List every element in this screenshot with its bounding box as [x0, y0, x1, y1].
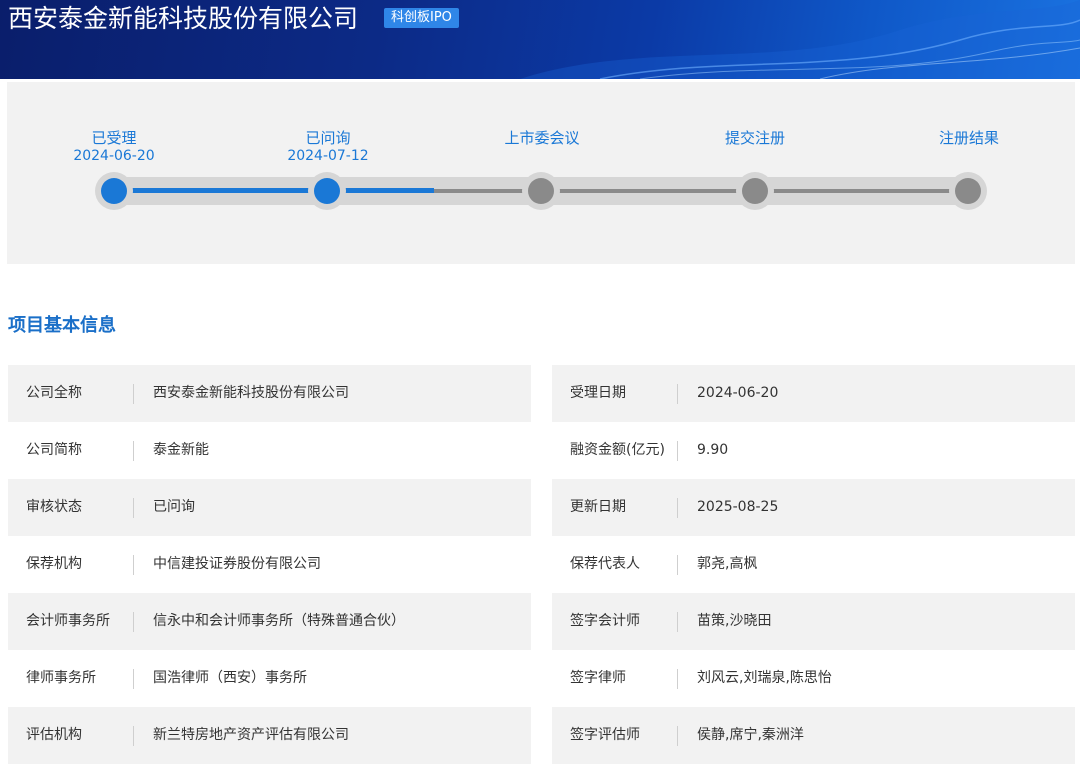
info-label: 更新日期 [570, 499, 626, 515]
info-row: 公司全称 西安泰金新能科技股份有限公司 [8, 365, 531, 422]
company-title: 西安泰金新能科技股份有限公司 [8, 4, 359, 33]
info-divider [677, 384, 678, 404]
info-label: 律师事务所 [26, 670, 96, 686]
info-label: 公司全称 [26, 385, 82, 401]
stage-date-accepted: 2024-06-20 [73, 148, 155, 164]
info-divider [677, 612, 678, 632]
stage-node-inquired [314, 178, 340, 204]
info-value: 中信建投证券股份有限公司 [153, 556, 321, 572]
info-row: 融资金额(亿元) 9.90 [552, 422, 1075, 479]
stage-node-listing-committee [528, 178, 554, 204]
info-row: 签字律师 刘风云,刘瑞泉,陈思怡 [552, 650, 1075, 707]
header-banner: 西安泰金新能科技股份有限公司 科创板IPO [0, 0, 1080, 79]
stage-date-inquired: 2024-07-12 [287, 148, 369, 164]
info-value: 9.90 [697, 442, 729, 458]
info-divider [677, 669, 678, 689]
info-value: 已问询 [153, 499, 195, 515]
info-label: 保荐代表人 [570, 556, 640, 572]
info-row: 更新日期 2025-08-25 [552, 479, 1075, 536]
info-value: 2024-06-20 [697, 385, 779, 401]
info-value: 新兰特房地产资产评估有限公司 [153, 727, 349, 743]
info-row: 审核状态 已问询 [8, 479, 531, 536]
info-row: 签字评估师 侯静,席宁,秦洲洋 [552, 707, 1075, 764]
info-row: 保荐代表人 郭尧,高枫 [552, 536, 1075, 593]
info-divider [677, 726, 678, 746]
info-label: 保荐机构 [26, 556, 82, 572]
section-title: 项目基本信息 [8, 315, 116, 336]
info-row: 签字会计师 苗策,沙晓田 [552, 593, 1075, 650]
info-row: 受理日期 2024-06-20 [552, 365, 1075, 422]
info-label: 签字评估师 [570, 727, 640, 743]
info-divider [133, 441, 134, 461]
info-value: 泰金新能 [153, 442, 209, 458]
info-row: 保荐机构 中信建投证券股份有限公司 [8, 536, 531, 593]
stage-label-listing-committee: 上市委会议 [504, 129, 580, 147]
info-label: 公司简称 [26, 442, 82, 458]
info-value: 苗策,沙晓田 [697, 613, 772, 629]
info-value: 2025-08-25 [697, 499, 779, 515]
info-divider [677, 441, 678, 461]
stage-label-registration-result: 注册结果 [938, 129, 999, 147]
info-label: 会计师事务所 [26, 613, 110, 629]
info-value: 西安泰金新能科技股份有限公司 [153, 385, 349, 401]
info-row: 会计师事务所 信永中和会计师事务所（特殊普通合伙） [8, 593, 531, 650]
info-label: 受理日期 [570, 385, 626, 401]
info-label: 签字会计师 [570, 613, 640, 629]
stage-label-accepted: 已受理 [91, 129, 137, 147]
info-divider [133, 669, 134, 689]
board-tag: 科创板IPO [384, 8, 459, 28]
info-divider [677, 555, 678, 575]
info-divider [677, 498, 678, 518]
info-value: 侯静,席宁,秦洲洋 [697, 727, 804, 743]
stage-node-accepted [101, 178, 127, 204]
info-row: 律师事务所 国浩律师（西安）事务所 [8, 650, 531, 707]
stage-label-submit-registration: 提交注册 [724, 129, 785, 147]
info-label: 评估机构 [26, 727, 82, 743]
info-label: 融资金额(亿元) [570, 442, 665, 458]
info-value: 国浩律师（西安）事务所 [153, 670, 307, 686]
info-value: 郭尧,高枫 [697, 556, 758, 572]
stage-label-inquired: 已问询 [305, 129, 351, 147]
info-row: 公司简称 泰金新能 [8, 422, 531, 479]
info-row: 评估机构 新兰特房地产资产评估有限公司 [8, 707, 531, 764]
progress-track-fill [112, 188, 434, 193]
info-divider [133, 726, 134, 746]
info-divider [133, 384, 134, 404]
info-divider [133, 612, 134, 632]
info-divider [133, 498, 134, 518]
info-value: 刘风云,刘瑞泉,陈思怡 [697, 670, 832, 686]
stage-node-submit-registration [742, 178, 768, 204]
info-value: 信永中和会计师事务所（特殊普通合伙） [153, 613, 405, 629]
info-label: 签字律师 [570, 670, 626, 686]
info-divider [133, 555, 134, 575]
info-label: 审核状态 [26, 499, 82, 515]
stage-node-registration-result [955, 178, 981, 204]
